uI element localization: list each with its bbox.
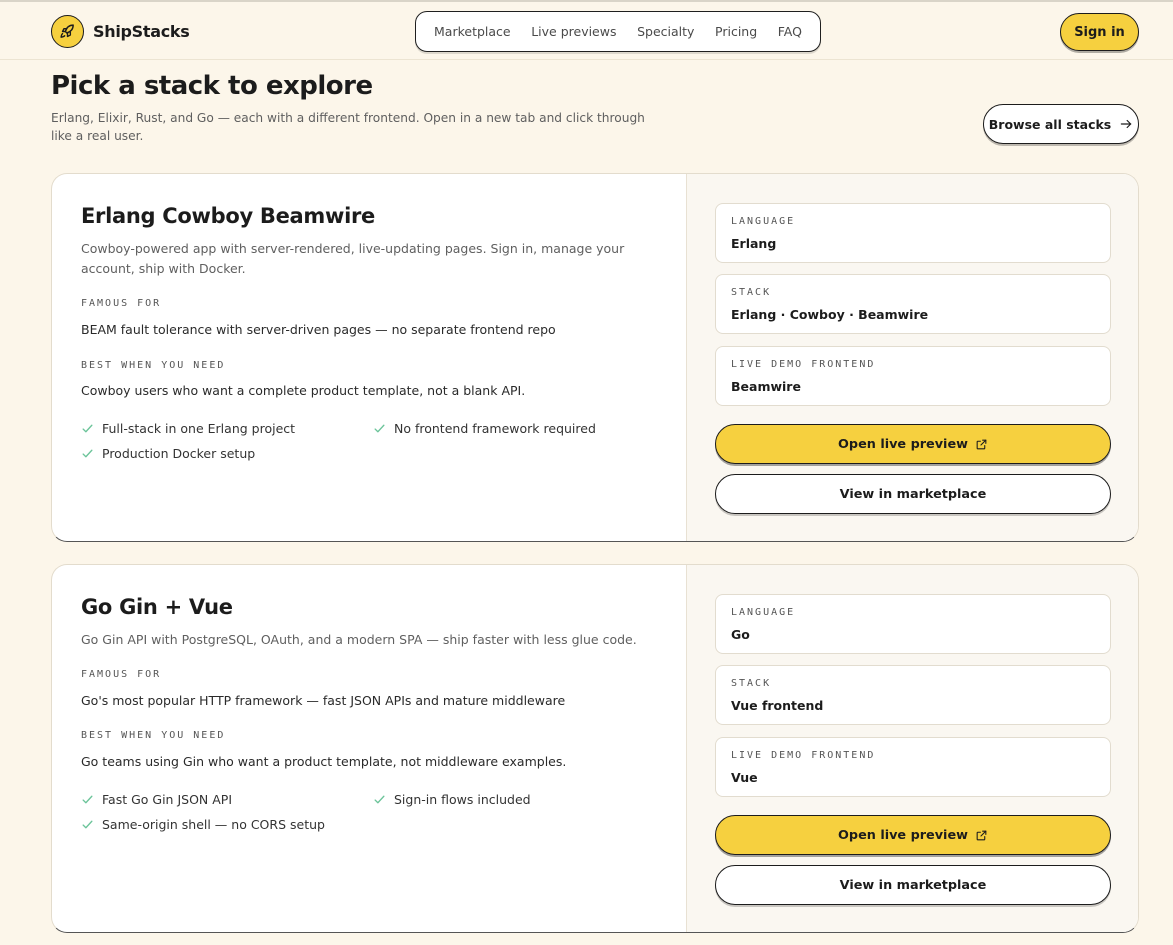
- language-value: Erlang: [731, 236, 777, 251]
- frontend-box: LIVE DEMO FRONTEND Vue: [715, 737, 1111, 797]
- stack-label: STACK: [731, 287, 772, 298]
- stack-card: Go Gin + Vue Go Gin API with PostgreSQL,…: [51, 564, 1139, 933]
- external-link-icon: [976, 439, 987, 449]
- check-icon: [374, 424, 385, 433]
- card-title: Erlang Cowboy Beamwire: [81, 204, 375, 228]
- stack-value: Erlang · Cowboy · Beamwire: [731, 307, 929, 322]
- open-preview-label: Open live preview: [838, 827, 968, 843]
- view-in-marketplace-button[interactable]: View in marketplace: [715, 865, 1111, 905]
- browse-label: Browse all stacks: [988, 116, 1112, 132]
- feature-item: Full-stack in one Erlang project: [81, 421, 295, 436]
- stack-value: Vue frontend: [731, 698, 824, 713]
- nav-live-previews[interactable]: Live previews: [531, 24, 616, 39]
- feature-label: No frontend framework required: [394, 421, 596, 436]
- rocket-icon: [51, 15, 84, 48]
- famous-for-text: BEAM fault tolerance with server-driven …: [81, 322, 556, 337]
- card-meta: LANGUAGE Erlang STACK Erlang · Cowboy · …: [686, 174, 1138, 541]
- main-nav: Marketplace Live previews Specialty Pric…: [415, 11, 821, 52]
- feature-item: Production Docker setup: [81, 446, 255, 461]
- famous-for-label: FAMOUS FOR: [81, 669, 162, 680]
- language-label: LANGUAGE: [731, 216, 796, 227]
- open-preview-label: Open live preview: [838, 436, 968, 452]
- feature-label: Fast Go Gin JSON API: [102, 792, 233, 807]
- card-details: Go Gin + Vue Go Gin API with PostgreSQL,…: [52, 565, 686, 932]
- open-live-preview-button[interactable]: Open live preview: [715, 815, 1111, 855]
- brand-name: ShipStacks: [93, 22, 190, 41]
- card-meta: LANGUAGE Go STACK Vue frontend LIVE DEMO…: [686, 565, 1138, 932]
- view-marketplace-label: View in marketplace: [839, 486, 987, 502]
- feature-label: Production Docker setup: [102, 446, 256, 461]
- best-when-text: Cowboy users who want a complete product…: [81, 383, 526, 398]
- feature-item: Fast Go Gin JSON API: [81, 792, 232, 807]
- view-marketplace-label: View in marketplace: [839, 877, 987, 893]
- frontend-label: LIVE DEMO FRONTEND: [731, 750, 876, 761]
- check-icon: [82, 449, 93, 458]
- feature-label: Sign-in flows included: [394, 792, 531, 807]
- sign-in-button[interactable]: Sign in: [1060, 13, 1139, 51]
- frontend-value: Beamwire: [731, 379, 801, 394]
- nav-pricing[interactable]: Pricing: [715, 24, 757, 39]
- feature-item: Same-origin shell — no CORS setup: [81, 817, 325, 832]
- frontend-label: LIVE DEMO FRONTEND: [731, 359, 876, 370]
- open-live-preview-button[interactable]: Open live preview: [715, 424, 1111, 464]
- best-when-label: BEST WHEN YOU NEED: [81, 730, 226, 741]
- check-icon: [374, 795, 385, 804]
- nav-marketplace[interactable]: Marketplace: [434, 24, 511, 39]
- view-in-marketplace-button[interactable]: View in marketplace: [715, 474, 1111, 514]
- famous-for-label: FAMOUS FOR: [81, 298, 162, 309]
- card-description: Cowboy-powered app with server-rendered,…: [81, 241, 625, 276]
- nav-specialty[interactable]: Specialty: [637, 24, 694, 39]
- frontend-box: LIVE DEMO FRONTEND Beamwire: [715, 346, 1111, 406]
- page-subtitle: Erlang, Elixir, Rust, and Go — each with…: [51, 111, 645, 143]
- browse-all-stacks-button[interactable]: Browse all stacks: [983, 104, 1139, 144]
- stack-label: STACK: [731, 678, 772, 689]
- nav-faq[interactable]: FAQ: [778, 24, 802, 39]
- arrow-right-icon: [1120, 119, 1132, 129]
- feature-item: No frontend framework required: [373, 421, 596, 436]
- card-title: Go Gin + Vue: [81, 595, 233, 619]
- external-link-icon: [976, 830, 987, 840]
- check-icon: [82, 820, 93, 829]
- best-when-text: Go teams using Gin who want a product te…: [81, 754, 567, 769]
- brand[interactable]: ShipStacks: [51, 15, 190, 48]
- feature-label: Same-origin shell — no CORS setup: [102, 817, 325, 832]
- check-icon: [82, 795, 93, 804]
- stack-card: Erlang Cowboy Beamwire Cowboy-powered ap…: [51, 173, 1139, 542]
- best-when-label: BEST WHEN YOU NEED: [81, 360, 226, 371]
- language-label: LANGUAGE: [731, 607, 796, 618]
- famous-for-text: Go's most popular HTTP framework — fast …: [81, 693, 566, 708]
- card-details: Erlang Cowboy Beamwire Cowboy-powered ap…: [52, 174, 686, 541]
- card-description: Go Gin API with PostgreSQL, OAuth, and a…: [81, 632, 637, 647]
- language-box: LANGUAGE Erlang: [715, 203, 1111, 263]
- page-title: Pick a stack to explore: [51, 71, 373, 101]
- stack-box: STACK Vue frontend: [715, 665, 1111, 725]
- language-value: Go: [731, 627, 750, 642]
- feature-label: Full-stack in one Erlang project: [102, 421, 296, 436]
- language-box: LANGUAGE Go: [715, 594, 1111, 654]
- stack-box: STACK Erlang · Cowboy · Beamwire: [715, 274, 1111, 334]
- feature-item: Sign-in flows included: [373, 792, 531, 807]
- check-icon: [82, 424, 93, 433]
- site-header: ShipStacks Marketplace Live previews Spe…: [0, 2, 1173, 60]
- frontend-value: Vue: [731, 770, 758, 785]
